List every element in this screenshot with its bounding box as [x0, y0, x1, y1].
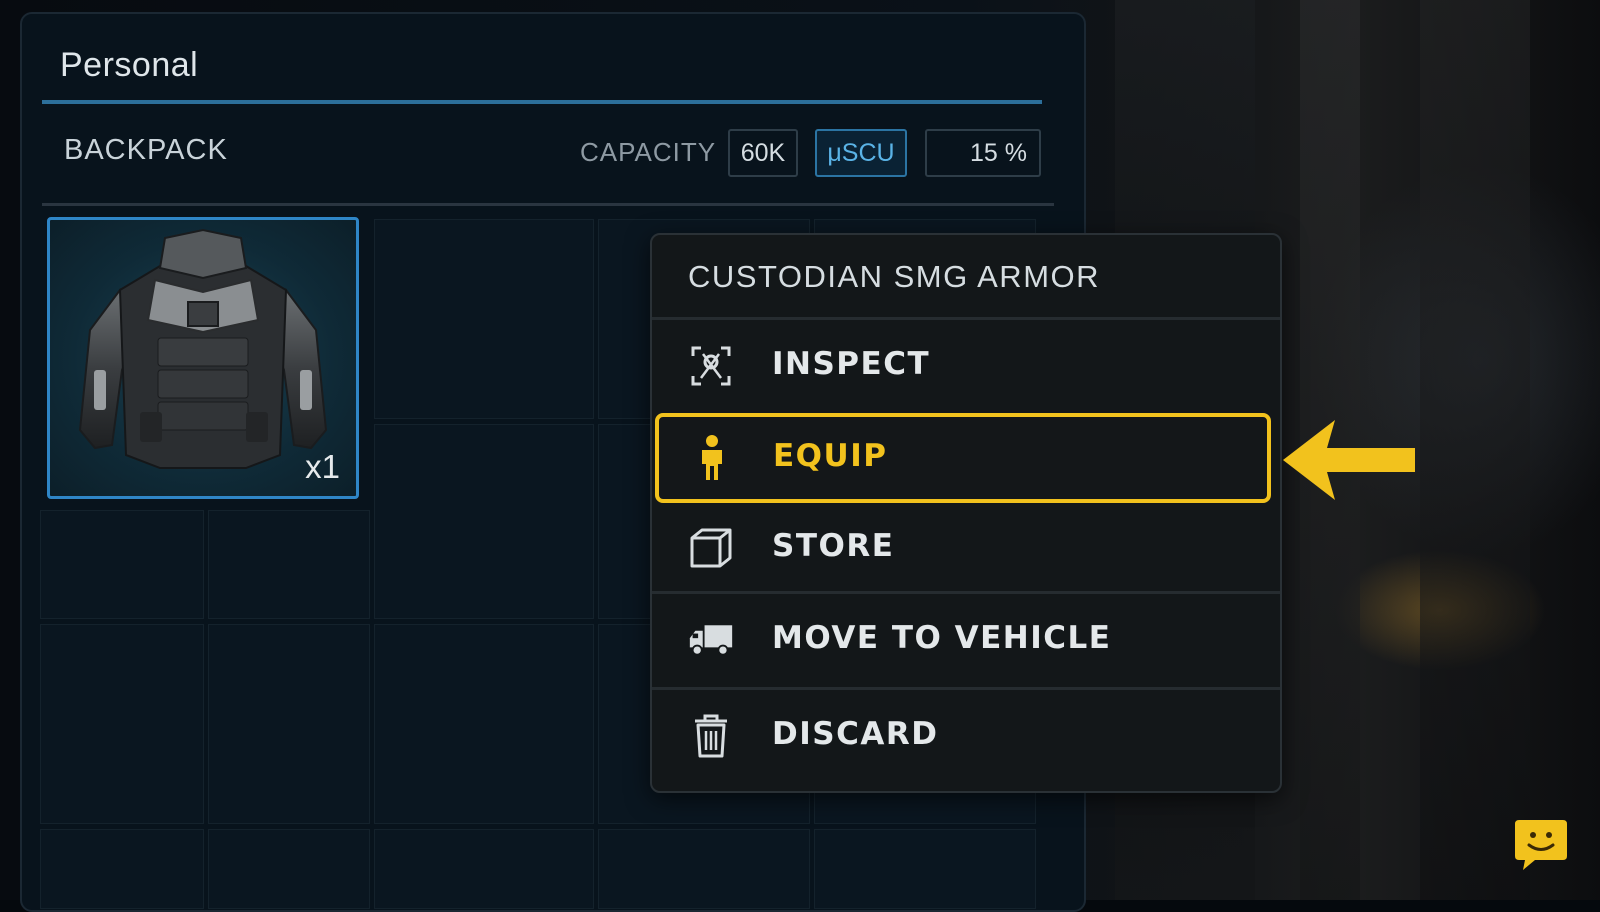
title-underline [42, 100, 1042, 104]
menu-item-label: MOVE TO VEHICLE [772, 620, 1112, 656]
menu-divider [652, 317, 1280, 320]
truck-icon [688, 617, 734, 663]
trash-icon [688, 713, 734, 759]
menu-item-discard[interactable]: DISCARD [652, 691, 1280, 781]
menu-item-label: EQUIP [773, 438, 888, 474]
inventory-slot[interactable] [374, 624, 594, 824]
inventory-slot[interactable] [814, 829, 1036, 909]
menu-divider [652, 687, 1280, 690]
inventory-slot[interactable] [40, 510, 204, 619]
inspect-icon [688, 343, 734, 389]
chat-bubble-icon[interactable] [1513, 818, 1569, 874]
menu-item-label: INSPECT [772, 346, 931, 382]
inventory-slot[interactable] [374, 829, 594, 909]
inventory-slot[interactable] [374, 219, 594, 419]
menu-item-inspect[interactable]: INSPECT [652, 321, 1280, 411]
menu-item-store[interactable]: STORE [652, 503, 1280, 593]
inventory-item-armor[interactable]: x1 [47, 217, 359, 499]
item-context-menu: CUSTODIAN SMG ARMOR INSPECT EQUIP STORE [650, 233, 1282, 793]
inventory-slot[interactable] [598, 829, 810, 909]
background-pillar [1420, 0, 1530, 900]
inventory-slot[interactable] [40, 624, 204, 824]
inventory-slot[interactable] [208, 624, 370, 824]
capacity-unit-toggle[interactable]: μSCU [815, 129, 907, 177]
panel-title: Personal [60, 46, 199, 84]
capacity-value-field[interactable]: 60K [728, 129, 798, 177]
menu-item-move-to-vehicle[interactable]: MOVE TO VEHICLE [652, 595, 1280, 685]
person-icon [689, 435, 735, 481]
inventory-slot[interactable] [374, 424, 594, 619]
box-icon [688, 525, 734, 571]
section-divider [42, 203, 1054, 206]
pointer-arrow-icon [1283, 420, 1415, 500]
menu-item-label: DISCARD [772, 716, 939, 752]
capacity-percent-field[interactable]: 15 % [925, 129, 1041, 177]
context-menu-title: CUSTODIAN SMG ARMOR [688, 259, 1101, 294]
menu-item-equip[interactable]: EQUIP [655, 413, 1271, 503]
item-quantity: x1 [305, 448, 340, 485]
menu-item-label: STORE [772, 528, 895, 564]
inventory-slot[interactable] [208, 829, 370, 909]
capacity-label: CAPACITY [580, 137, 717, 167]
section-label-backpack: BACKPACK [64, 134, 228, 166]
menu-divider [652, 591, 1280, 594]
inventory-slot[interactable] [40, 829, 204, 909]
inventory-slot[interactable] [208, 510, 370, 619]
